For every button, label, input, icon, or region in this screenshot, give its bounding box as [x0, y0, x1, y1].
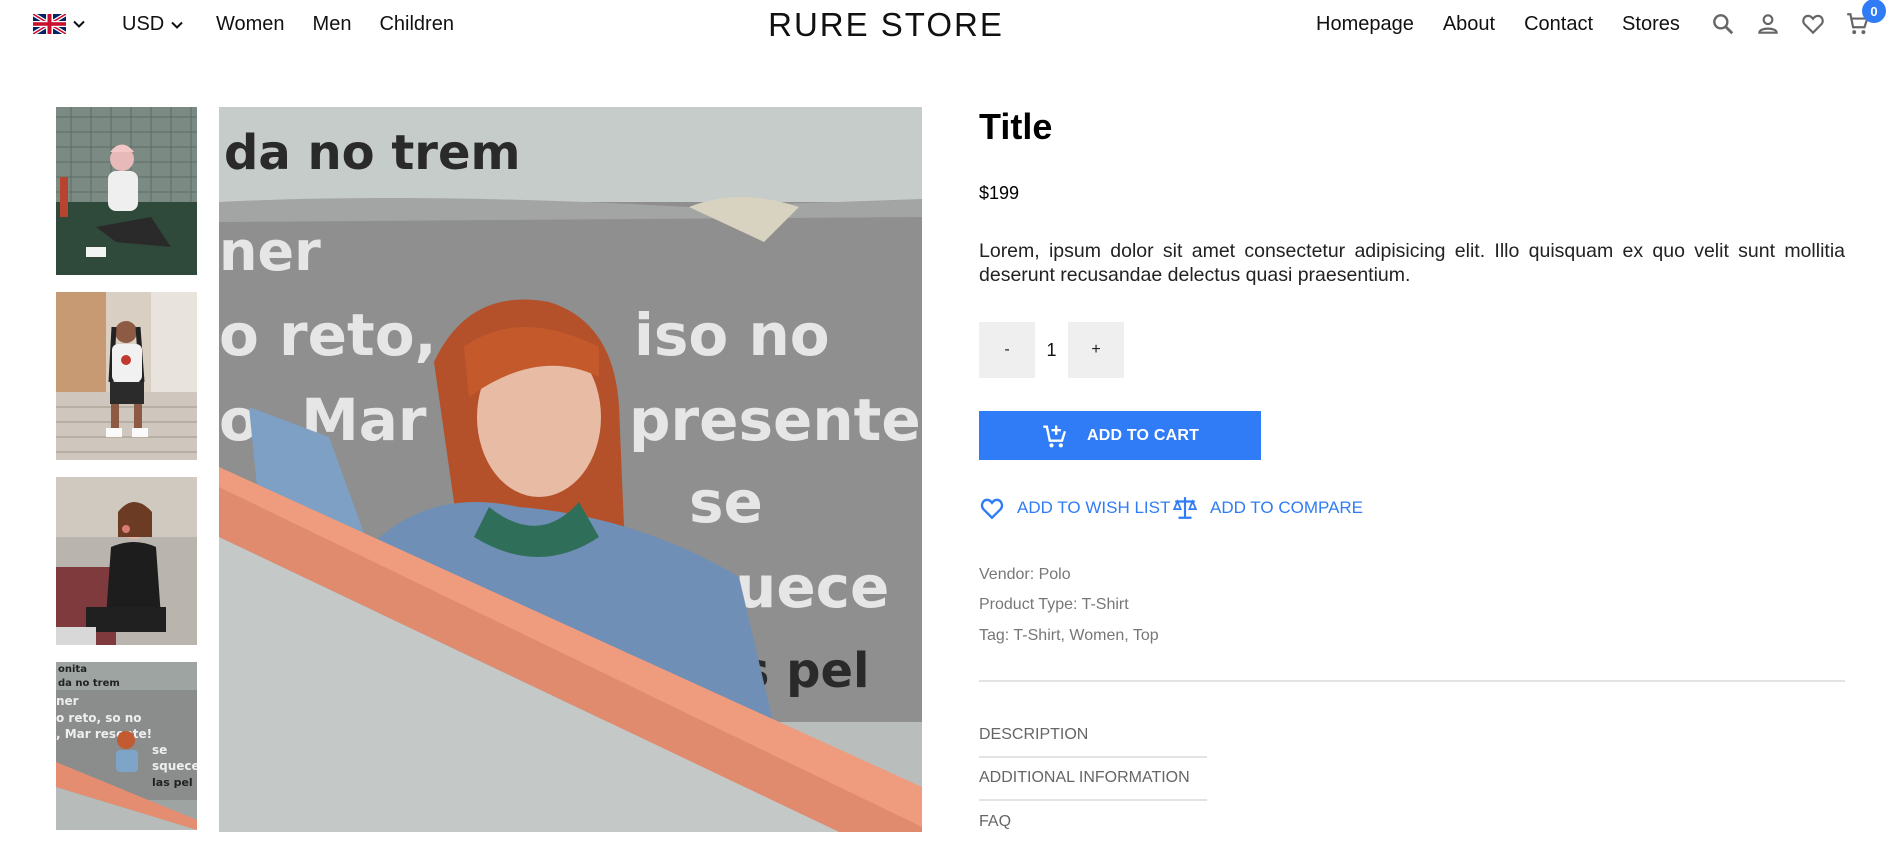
header-icons: 0	[1710, 0, 1886, 37]
graffiti-text-7: se	[689, 468, 763, 536]
svg-text:da no trem: da no trem	[58, 678, 120, 689]
add-to-compare-label: ADD TO COMPARE	[1210, 498, 1364, 517]
cart-count-badge: 0	[1862, 0, 1886, 23]
svg-text:las pel: las pel	[152, 776, 193, 789]
svg-text:se: se	[152, 743, 167, 757]
nav-stores-link[interactable]: Stores	[1622, 13, 1680, 36]
site-header: USD Women Men Children RURE STORE Homepa…	[0, 0, 1895, 50]
vendor-text: Vendor: Polo	[979, 566, 1071, 583]
add-to-wishlist-link[interactable]: ADD TO WISH LIST	[979, 495, 1170, 521]
heart-icon[interactable]	[1800, 11, 1826, 37]
thumbnail-2[interactable]	[56, 292, 197, 460]
accordion-divider	[979, 756, 1207, 758]
accordion-description[interactable]: DESCRIPTION	[979, 726, 1207, 744]
graffiti-text-1: da no trem	[224, 125, 521, 181]
main-nav: Homepage About Contact Stores	[1316, 13, 1680, 36]
nav-about-link[interactable]: About	[1443, 13, 1495, 36]
svg-text:ner: ner	[56, 694, 79, 708]
quantity-value[interactable]: 1	[1035, 322, 1068, 378]
add-to-cart-icon	[1043, 425, 1066, 447]
product-title: Title	[979, 106, 1053, 147]
quantity-increase-button[interactable]: +	[1068, 322, 1124, 378]
product-price: $199	[979, 183, 1020, 203]
heart-outline-icon	[980, 498, 1004, 520]
accordion-additional-information[interactable]: ADDITIONAL INFORMATION	[979, 769, 1207, 787]
accordion-faq[interactable]: FAQ	[979, 813, 1207, 831]
add-to-wishlist-label: ADD TO WISH LIST	[1017, 498, 1171, 517]
graffiti-text-3: o reto,	[219, 301, 437, 369]
scale-compare-icon	[1172, 497, 1198, 519]
graffiti-text-4: iso no	[634, 301, 830, 369]
thumbnail-3[interactable]	[56, 477, 197, 645]
svg-text:, Mar resente!: , Mar resente!	[56, 727, 152, 741]
svg-text:o reto, so no: o reto, so no	[56, 711, 142, 725]
svg-text:squece: squece	[152, 759, 197, 773]
search-icon[interactable]	[1710, 11, 1736, 37]
accordion-divider	[979, 799, 1207, 801]
product-type-text: Product Type: T-Shirt	[979, 596, 1129, 613]
add-to-compare-link[interactable]: ADD TO COMPARE	[1172, 495, 1363, 521]
quantity-decrease-button[interactable]: -	[979, 322, 1035, 378]
thumbnail-4[interactable]: onita da no trem ner o reto, so no , Mar…	[56, 662, 197, 830]
main-product-image: da no trem ner o reto, iso no o, Mar pre…	[219, 107, 922, 832]
cart-icon[interactable]: 0	[1845, 0, 1886, 37]
nav-homepage-link[interactable]: Homepage	[1316, 13, 1414, 36]
tags-text: Tag: T-Shirt, Women, Top	[979, 627, 1159, 644]
thumbnail-1[interactable]	[56, 107, 197, 275]
graffiti-text-2: ner	[219, 220, 321, 283]
nav-contact-link[interactable]: Contact	[1524, 13, 1593, 36]
svg-text:onita: onita	[58, 664, 87, 675]
account-icon[interactable]	[1755, 11, 1781, 37]
add-to-cart-label: ADD TO CART	[1086, 426, 1200, 444]
section-divider	[979, 680, 1845, 682]
graffiti-text-6: presente!	[629, 386, 922, 454]
product-description: Lorem, ipsum dolor sit amet consectetur …	[979, 240, 1845, 286]
add-to-cart-button[interactable]: ADD TO CART	[979, 411, 1261, 460]
